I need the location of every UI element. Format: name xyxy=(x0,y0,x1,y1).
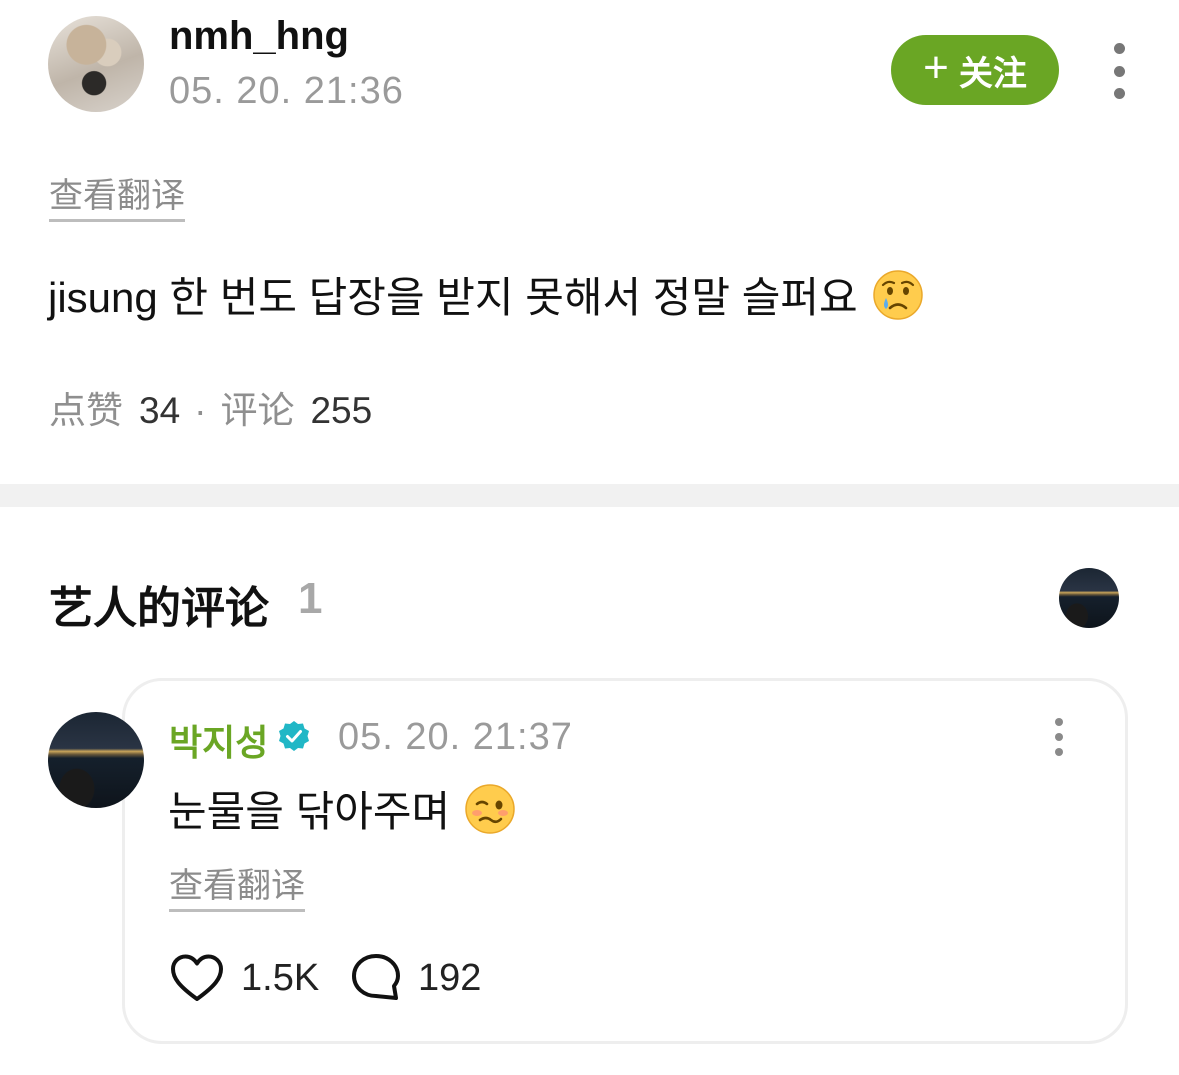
stats-separator: · xyxy=(194,390,207,431)
artist-avatar[interactable] xyxy=(48,712,144,808)
comment-view-translation-link[interactable]: 查看翻译 xyxy=(169,858,305,912)
comment-timestamp: 05. 20. 21:37 xyxy=(338,716,573,758)
likes-label[interactable]: 点赞 xyxy=(49,380,123,434)
comment-text: 눈물을 닦아주며 xyxy=(168,788,451,835)
post-stats: 点赞 34 · 评论 255 xyxy=(49,380,372,434)
user-avatar[interactable] xyxy=(48,16,144,112)
like-count: 1.5K xyxy=(241,956,320,999)
likes-count[interactable]: 34 xyxy=(139,390,180,432)
comment-more-options-icon[interactable] xyxy=(1050,718,1068,756)
post-timestamp: 05. 20. 21:36 xyxy=(169,70,404,112)
post-body: jisung 한 번도 답장을 받지 못해서 정말 슬퍼요 xyxy=(48,264,924,325)
reply-button[interactable]: 192 xyxy=(350,952,481,1004)
woozy-face-emoji-icon xyxy=(465,783,515,834)
follow-button[interactable]: + 关注 xyxy=(891,35,1059,105)
post-username[interactable]: nmh_hng xyxy=(169,14,349,59)
more-options-icon[interactable] xyxy=(1108,43,1130,99)
crying-face-emoji-icon xyxy=(872,269,923,320)
verified-badge-icon xyxy=(279,721,309,751)
reply-count: 192 xyxy=(418,956,482,999)
artist-comments-count: 1 xyxy=(298,574,323,623)
post-text: jisung 한 번도 답장을 받지 못해서 정말 슬퍼요 xyxy=(48,274,858,321)
artist-avatar-small[interactable] xyxy=(1059,568,1119,628)
plus-icon: + xyxy=(923,43,949,92)
heart-icon xyxy=(171,954,223,1001)
section-divider xyxy=(0,484,1179,507)
like-button[interactable]: 1.5K xyxy=(169,952,319,1004)
comments-count[interactable]: 255 xyxy=(310,390,372,432)
artist-comments-title: 艺人的评论 xyxy=(49,584,269,633)
comment-author[interactable]: 박지성 xyxy=(169,714,268,766)
speech-bubble-icon xyxy=(352,954,400,1000)
view-translation-link[interactable]: 查看翻译 xyxy=(49,168,185,222)
follow-label: 关注 xyxy=(958,54,1027,93)
comments-label[interactable]: 评论 xyxy=(220,380,294,434)
comment-body: 눈물을 닦아주며 xyxy=(168,778,516,839)
